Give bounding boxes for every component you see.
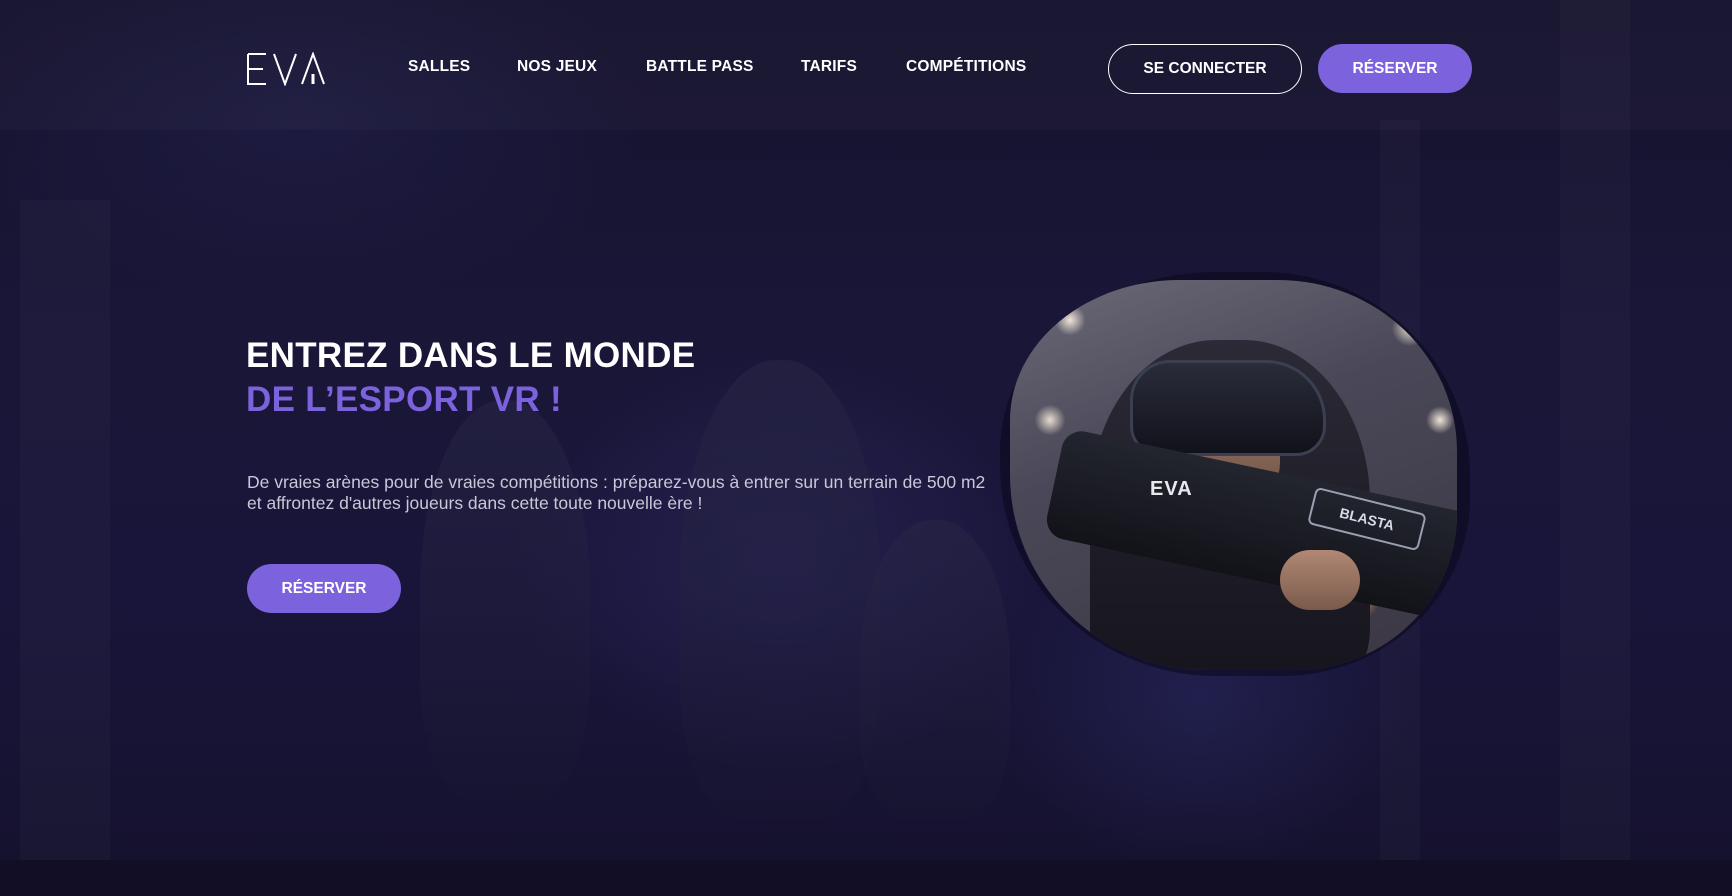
nav-item-nos-jeux[interactable]: NOS JEUX (517, 58, 597, 76)
nav-item-tarifs[interactable]: TARIFS (801, 58, 857, 76)
hero-description: De vraies arènes pour de vraies compétit… (247, 472, 986, 513)
hero-title-line1: ENTREZ DANS LE MONDE (246, 336, 696, 375)
bottom-strip (0, 860, 1732, 896)
hero-photo-vr-player: BLASTA EVA (1010, 280, 1457, 670)
hero-title-line2: DE L’ESPORT VR ! (246, 380, 562, 419)
hero-reserve-button[interactable]: RÉSERVER (247, 564, 401, 613)
player-hand (1280, 550, 1360, 610)
eva-logo[interactable] (246, 51, 328, 87)
login-button[interactable]: SE CONNECTER (1108, 44, 1302, 94)
nav-item-competitions[interactable]: COMPÉTITIONS (906, 58, 1026, 76)
vr-headset-icon (1130, 360, 1326, 456)
nav-item-salles[interactable]: SALLES (408, 58, 470, 76)
hero-background (0, 0, 1732, 860)
jersey-logo: EVA (1150, 478, 1193, 500)
header-reserve-button[interactable]: RÉSERVER (1318, 44, 1472, 93)
nav-item-battle-pass[interactable]: BATTLE PASS (646, 58, 754, 76)
